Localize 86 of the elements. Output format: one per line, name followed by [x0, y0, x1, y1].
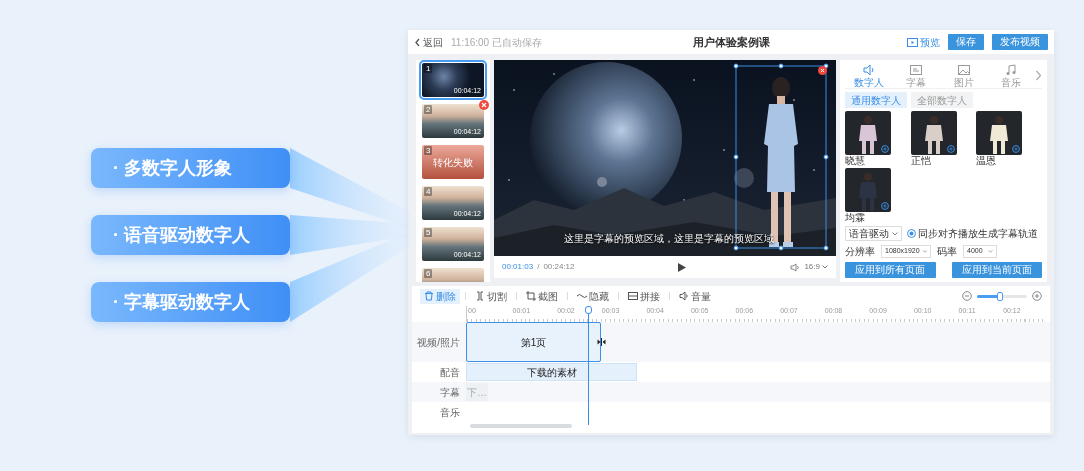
current-time: 00:01:03 [502, 261, 534, 273]
play-icon[interactable] [678, 262, 687, 272]
toolbar-button[interactable]: 隐藏 [573, 288, 613, 304]
add-circle-icon[interactable] [946, 145, 955, 153]
play-screen-icon [907, 37, 918, 47]
avatar-name: 温恩 [976, 155, 998, 166]
track-label: 音乐 [439, 405, 461, 420]
sync-subtitles-label: 同步对齐播放生成字幕轨道 [918, 227, 1038, 241]
avatar-silhouette-drawing[interactable] [976, 111, 1023, 155]
panel-tab[interactable]: 音乐 [987, 63, 1035, 88]
scene-number: 4 [424, 187, 433, 196]
audio-clip[interactable]: 下载的素材 [466, 363, 637, 381]
publish-button[interactable]: 发布视频 [992, 34, 1048, 50]
filter-chip[interactable]: 通用数字人 [845, 92, 907, 108]
save-button[interactable]: 保存 [948, 34, 984, 50]
scene-number: 3 [424, 146, 433, 155]
panel-tab[interactable]: 字幕 [892, 63, 940, 88]
time-separator: / [537, 261, 540, 273]
toolbar-button[interactable]: 删除 [420, 288, 460, 304]
failure-message: 转化失败 [432, 156, 474, 170]
speaker-icon [862, 63, 875, 76]
crop-icon [526, 291, 536, 301]
music-note-icon [1005, 63, 1018, 76]
caret-icon [822, 265, 828, 269]
track-label: 配音 [439, 365, 461, 380]
back-button[interactable]: 返回 [414, 34, 443, 50]
scene-number: 2 [424, 105, 433, 114]
speaker-icon [679, 291, 689, 301]
bitrate-label: 码率 [937, 245, 957, 259]
add-circle-icon[interactable] [1012, 145, 1021, 153]
panel-tab[interactable]: 图片 [940, 63, 988, 88]
panel-tab[interactable]: 数字人 [845, 63, 893, 88]
selection-frame[interactable] [733, 63, 829, 251]
zoom-out-icon[interactable] [962, 291, 972, 301]
caret-icon [988, 250, 993, 253]
apply-current-button[interactable]: 应用到当前页面 [951, 262, 1042, 278]
scene-number: 6 [424, 269, 433, 278]
video-clip[interactable]: 第1页 [466, 322, 601, 362]
split-icon [475, 291, 485, 301]
aspect-ratio-select[interactable]: 16:9 [804, 261, 828, 273]
caret-icon [892, 231, 898, 236]
zoom-in-icon[interactable] [1032, 291, 1042, 301]
feature-label: · 多数字人形象 [91, 148, 290, 188]
scene-thumbnail[interactable]: 6 [422, 268, 484, 282]
feature-label: · 字幕驱动数字人 [91, 282, 290, 322]
avatar-silhouette-drawing[interactable] [845, 111, 891, 155]
resolution-label: 分辨率 [845, 245, 875, 259]
add-circle-icon[interactable] [881, 202, 889, 210]
resize-cursor-icon [597, 338, 606, 346]
document-title: 用户体验案例课 [692, 34, 770, 50]
chevron-right-icon[interactable] [1035, 70, 1042, 81]
avatar-silhouette-drawing[interactable] [910, 111, 957, 155]
scene-number: 1 [424, 64, 433, 73]
avatar-name: 晓慧 [845, 155, 866, 166]
slider-thumb[interactable] [996, 291, 1003, 301]
avatar-name: 均霖 [845, 212, 866, 223]
autosave-status: 11:16:00 已自动保存 [451, 35, 542, 50]
toolbar-button[interactable]: 音量 [675, 288, 715, 304]
horizontal-scrollbar[interactable] [470, 424, 572, 428]
subtitle-icon [910, 63, 923, 76]
toolbar-button[interactable]: 截图 [522, 288, 562, 304]
trash-icon [424, 291, 434, 301]
chevron-left-icon [414, 37, 421, 47]
total-time: 00:24:12 [543, 261, 575, 273]
feature-label: · 语音驱动数字人 [91, 215, 290, 255]
radio-button[interactable] [907, 229, 916, 238]
filter-chip[interactable]: 全部数字人 [911, 92, 973, 108]
scene-thumbnail[interactable]: 3 转化失败 [422, 145, 484, 179]
avatar-name: 正恺 [910, 155, 932, 166]
delete-badge-icon[interactable] [479, 100, 489, 110]
track-label: 视频/照片 [416, 335, 461, 350]
preview-button[interactable]: 预览 [907, 34, 940, 50]
toolbar-button[interactable]: 切割 [471, 288, 511, 304]
scene-number: 5 [424, 228, 433, 237]
caret-icon [922, 250, 927, 253]
zoom-slider[interactable] [977, 294, 1027, 298]
drive-mode-select[interactable]: 语音驱动 [845, 226, 902, 241]
apply-all-button[interactable]: 应用到所有页面 [845, 262, 936, 278]
merge-icon [628, 291, 638, 301]
remove-badge-icon[interactable] [818, 66, 827, 75]
add-circle-icon[interactable] [881, 145, 889, 153]
wave-icon [577, 291, 587, 301]
toolbar-button[interactable]: 拼接 [624, 288, 664, 304]
track-label: 字幕 [439, 385, 461, 400]
image-icon [957, 63, 970, 76]
speaker-icon[interactable] [790, 262, 801, 272]
